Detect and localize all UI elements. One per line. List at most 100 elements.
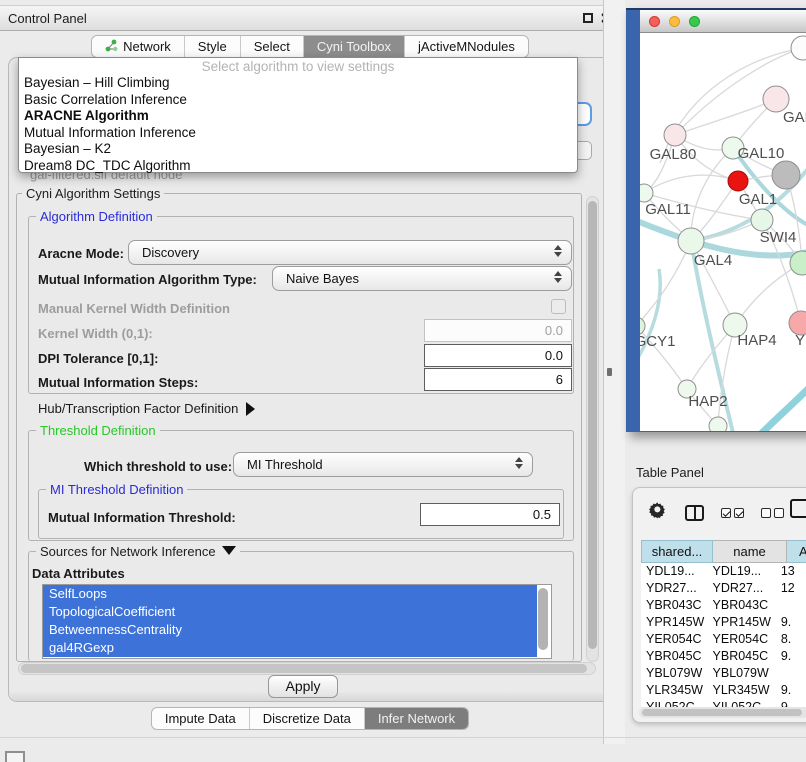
kernel-width-field[interactable]: 0.0 <box>424 319 572 342</box>
column-header-partial[interactable]: A <box>787 540 806 563</box>
table-row[interactable]: YDR27...YDR27...12 <box>641 580 806 597</box>
tab-select[interactable]: Select <box>240 36 303 57</box>
column-header-name[interactable]: name <box>713 540 787 563</box>
table-horizontal-scrollbar[interactable] <box>639 707 806 718</box>
network-node[interactable] <box>728 171 748 191</box>
network-node[interactable] <box>709 417 727 431</box>
column-visibility-icon[interactable] <box>685 505 704 521</box>
table-row[interactable]: YER054CYER054C8. <box>641 631 806 648</box>
tab-network[interactable]: Network <box>92 36 184 57</box>
tab-label: Infer Network <box>378 711 455 726</box>
table-cell: YDL19... <box>708 563 776 580</box>
network-node[interactable] <box>678 228 704 254</box>
hub-definition-label: Hub/Transcription Factor Definition <box>38 401 238 416</box>
group-title: MI Threshold Definition <box>46 482 187 497</box>
network-node[interactable] <box>640 184 653 202</box>
tab-style[interactable]: Style <box>184 36 240 57</box>
field-value: 0.0 <box>545 323 563 338</box>
list-item[interactable]: TopologicalCoefficient <box>43 603 537 621</box>
mi-threshold-field[interactable]: 0.5 <box>420 503 560 526</box>
settings-gear-icon[interactable] <box>649 501 668 525</box>
tab-infer-network[interactable]: Infer Network <box>364 708 468 729</box>
popup-item[interactable]: Bayesian – Hill Climbing <box>19 75 577 92</box>
column-header-shared-name[interactable]: shared... <box>641 540 713 563</box>
network-edge[interactable] <box>691 148 733 241</box>
table-cell: YDR27... <box>641 580 708 597</box>
dpi-tolerance-field[interactable]: 0.0 <box>424 344 572 367</box>
list-item[interactable]: BetweennessCentrality <box>43 621 537 639</box>
function-builder-icon[interactable] <box>790 499 806 518</box>
popup-item[interactable]: Bayesian – K2 <box>19 141 577 158</box>
minimize-traffic-light-icon[interactable] <box>669 16 680 27</box>
table-cell: YPR145W <box>641 614 708 631</box>
network-node-label: GAL1 <box>739 191 777 208</box>
tab-jactivemnodules[interactable]: jActiveMNodules <box>404 36 528 57</box>
list-item[interactable]: gal4RGexp <box>43 639 537 657</box>
focused-combo-edge[interactable] <box>578 102 592 126</box>
float-window-icon[interactable] <box>583 13 593 23</box>
table-cell: YDL19... <box>641 563 708 580</box>
algorithm-dropdown-popup: Select algorithm to view settings Bayesi… <box>18 57 578 173</box>
tab-label: Style <box>198 39 227 54</box>
table-row[interactable]: YBR045CYBR045C9. <box>641 648 806 665</box>
apply-button[interactable]: Apply <box>268 675 338 698</box>
control-panel-tabbar: Network Style Select Cyni Toolbox jActiv… <box>0 35 620 58</box>
tab-label: Cyni Toolbox <box>317 39 391 54</box>
close-traffic-light-icon[interactable] <box>649 16 660 27</box>
network-node[interactable] <box>791 36 806 60</box>
table-row[interactable]: YDL19...YDL19...13 <box>641 563 806 580</box>
expanded-arrow-icon <box>222 546 236 555</box>
zoom-traffic-light-icon[interactable] <box>689 16 700 27</box>
select-all-icon[interactable] <box>721 508 744 518</box>
tab-label: Discretize Data <box>263 711 351 726</box>
minimized-panel-icon[interactable] <box>5 751 25 762</box>
popup-item[interactable]: Mutual Information Inference <box>19 125 577 142</box>
popup-item[interactable]: Basic Correlation Inference <box>19 92 577 109</box>
mi-steps-field[interactable]: 6 <box>424 368 572 391</box>
table-row[interactable]: YLR345WYLR345W9. <box>641 682 806 699</box>
settings-horizontal-scrollbar[interactable] <box>18 662 596 675</box>
scrollbar-thumb[interactable] <box>21 664 587 673</box>
popup-item[interactable]: Dream8 DC_TDC Algorithm <box>19 158 577 175</box>
network-node[interactable] <box>751 209 773 231</box>
table-cell: YER054C <box>641 631 708 648</box>
table-cell: YBR043C <box>641 597 708 614</box>
field-value: 0.0 <box>545 348 563 363</box>
network-canvas[interactable]: GAL80GAL10GALGAL1GAL11SWI4GAL4GCY1HAP4YH… <box>640 33 806 431</box>
scrollbar-thumb[interactable] <box>588 201 597 649</box>
tab-impute-data[interactable]: Impute Data <box>152 708 249 729</box>
mi-type-combo[interactable]: Naive Bayes <box>272 266 572 291</box>
tab-cyni-toolbox[interactable]: Cyni Toolbox <box>303 36 404 57</box>
scrollbar-thumb[interactable] <box>642 709 802 716</box>
table-cell: YBR045C <box>641 648 708 665</box>
hub-definition-toggle[interactable]: Hub/Transcription Factor Definition <box>38 401 255 416</box>
table-row[interactable]: YBL079WYBL079W <box>641 665 806 682</box>
which-threshold-combo[interactable]: MI Threshold <box>233 452 533 477</box>
table-row[interactable]: YBR043CYBR043C <box>641 597 806 614</box>
tab-discretize-data[interactable]: Discretize Data <box>249 708 364 729</box>
popup-item-selected[interactable]: ARACNE Algorithm <box>19 108 577 125</box>
network-node[interactable] <box>772 161 800 189</box>
tab-label: Select <box>254 39 290 54</box>
kernel-width-label: Kernel Width (0,1): <box>38 326 153 341</box>
network-window-titlebar[interactable] <box>640 10 806 33</box>
table-row[interactable]: YIL052CYIL052C9 <box>641 699 806 707</box>
settings-vertical-scrollbar[interactable] <box>586 196 599 662</box>
list-scrollbar[interactable] <box>538 588 548 650</box>
network-edge[interactable] <box>752 383 806 431</box>
sources-toggle[interactable]: Sources for Network Inference <box>36 544 240 559</box>
table-row[interactable]: YPR145WYPR145W9. <box>641 614 806 631</box>
table-cell: 12 <box>776 580 806 597</box>
network-node[interactable] <box>664 124 686 146</box>
network-node-label: HAP2 <box>688 393 727 410</box>
network-view-window[interactable]: GAL80GAL10GALGAL1GAL11SWI4GAL4GCY1HAP4YH… <box>626 8 806 432</box>
table-cell: 9. <box>776 682 806 699</box>
table-cell: YBL079W <box>641 665 708 682</box>
deselect-all-icon[interactable] <box>761 508 784 518</box>
network-edge[interactable] <box>675 99 776 135</box>
network-edge[interactable] <box>640 241 691 326</box>
split-pane-handle[interactable] <box>607 368 612 376</box>
manual-kernel-checkbox[interactable] <box>551 299 566 314</box>
aracne-mode-combo[interactable]: Discovery <box>128 240 572 265</box>
list-item[interactable]: SelfLoops <box>43 585 537 603</box>
